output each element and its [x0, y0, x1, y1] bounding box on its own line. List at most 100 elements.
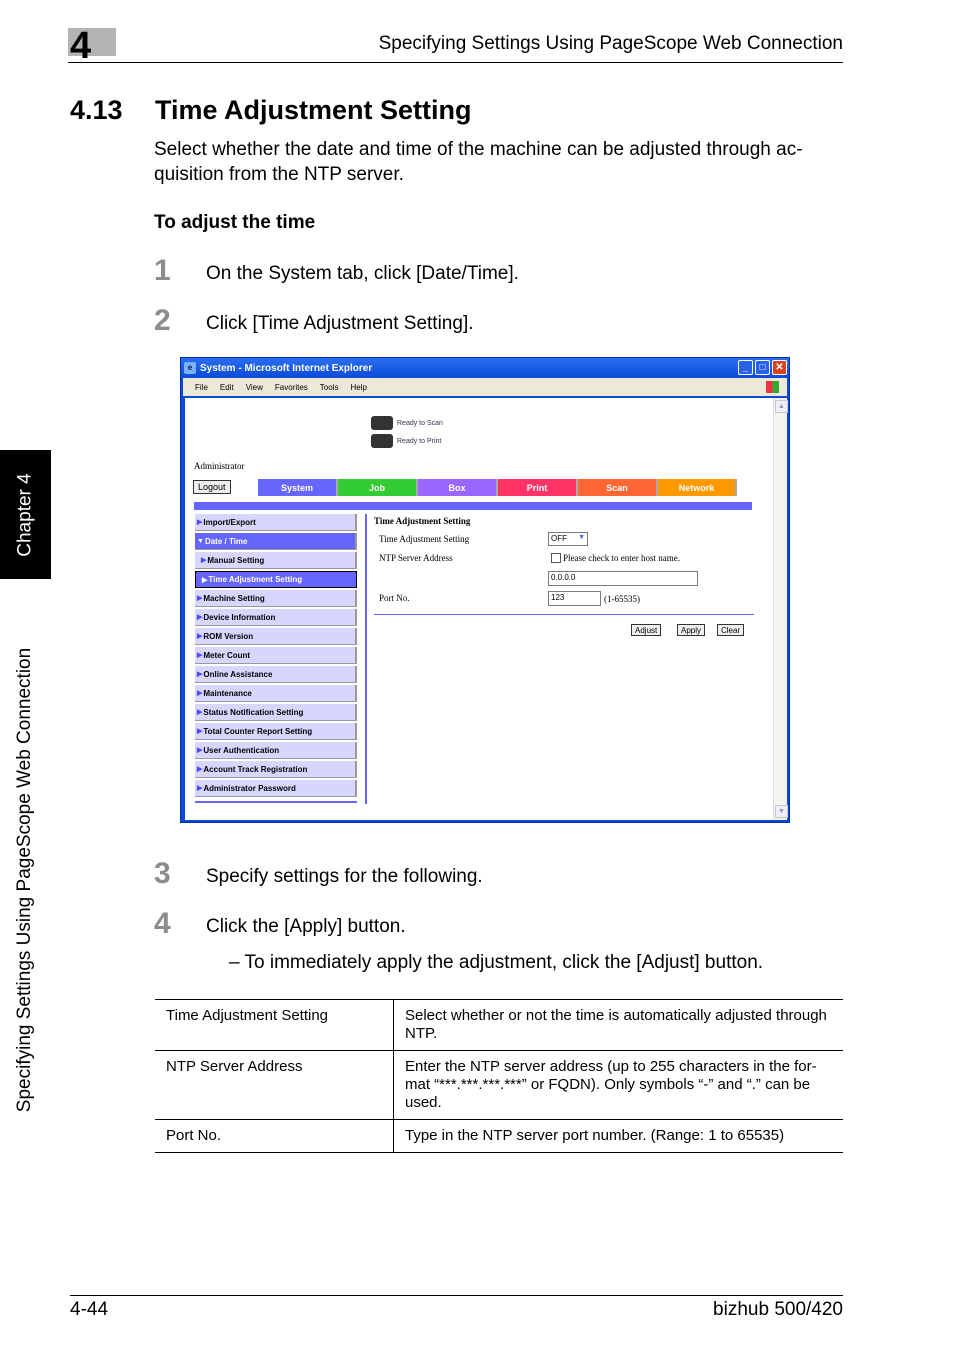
step-text: Click the [Apply] button.	[206, 916, 406, 937]
product-name: bizhub 500/420	[713, 1299, 843, 1320]
tab-scan[interactable]: Scan	[578, 479, 658, 496]
section-title-text: Time Adjustment Setting	[155, 95, 472, 125]
adjust-button[interactable]: Adjust	[631, 624, 662, 636]
step-text: Specify settings for the following.	[206, 866, 483, 887]
ntp-server-label: NTP Server Address	[379, 553, 453, 563]
clear-button[interactable]: Clear	[717, 624, 745, 636]
arrow-right-icon: ▶	[201, 557, 207, 564]
windows-logo-icon	[766, 381, 779, 393]
close-button[interactable]: ✕	[772, 360, 787, 375]
side-title-text: Specifying Settings Using PageScope Web …	[14, 647, 36, 1113]
table-desc: Select whether or not the time is automa…	[393, 999, 843, 1051]
chapter-number: 4	[70, 25, 92, 67]
sidebar-item-label: Account Track Registration	[203, 764, 308, 774]
sidebar-item-online-assistance[interactable]: ▶ Online Assistance	[195, 666, 357, 683]
sidebar-item-user-authentication[interactable]: ▶ User Authentication	[195, 742, 357, 759]
ntp-server-input[interactable]: 0.0.0.0	[548, 571, 698, 586]
menu-tools[interactable]: Tools	[320, 383, 339, 392]
port-input[interactable]: 123	[548, 591, 601, 606]
time-adjustment-label: Time Adjustment Setting	[379, 534, 470, 544]
host-name-checkbox[interactable]	[551, 553, 561, 563]
sidebar-item-machine-setting[interactable]: ▶ Machine Setting	[195, 590, 357, 607]
arrow-right-icon: ▶	[197, 519, 203, 526]
page-number: 4-44	[70, 1299, 109, 1320]
sidebar-item-date-time[interactable]: ▼ Date / Time	[195, 533, 357, 550]
side-chapter-text: Chapter 4	[14, 472, 36, 557]
menu-view[interactable]: View	[246, 383, 263, 392]
tab-system[interactable]: System	[258, 479, 338, 496]
host-name-checkbox-label: Please check to enter host name.	[563, 553, 680, 563]
menu-edit[interactable]: Edit	[220, 383, 234, 392]
step-note: – To immediately apply the adjustment, c…	[229, 952, 764, 973]
sidebar-item-label: Manual Setting	[207, 555, 265, 565]
sidebar-item-admin-password[interactable]: ▶ Administrator Password	[195, 780, 357, 797]
menu-file[interactable]: File	[195, 383, 208, 392]
scroll-down-icon[interactable]: ▼	[775, 805, 788, 818]
procedure-heading: To adjust the time	[154, 212, 316, 233]
scanner-icon	[371, 416, 393, 430]
time-adjustment-select[interactable]: OFF ▼	[548, 532, 588, 546]
sidebar-item-label: Time Adjustment Setting	[208, 575, 303, 584]
table-item: NTP Server Address	[155, 1050, 394, 1120]
arrow-right-icon: ▶	[197, 747, 203, 754]
settings-table: Time Adjustment Setting Select whether or…	[155, 999, 843, 1153]
host-name-option: Please check to enter host name.	[551, 553, 680, 563]
sidebar-item-meter-count[interactable]: ▶ Meter Count	[195, 647, 357, 664]
print-status: Ready to Print	[371, 434, 441, 448]
logout-button[interactable]: Logout	[193, 480, 231, 494]
sidebar-bottom-rule	[195, 801, 357, 803]
sidebar-item-status-notification[interactable]: ▶ Status Notification Setting	[195, 704, 357, 721]
tab-job[interactable]: Job	[338, 479, 418, 496]
arrow-right-icon: ▶	[197, 728, 203, 735]
vertical-scrollbar[interactable]: ▲ ▼	[773, 398, 788, 820]
apply-button[interactable]: Apply	[677, 624, 706, 636]
page-content: Ready to Scan Ready to Print Administrat…	[185, 398, 773, 820]
step-number: 3	[154, 857, 171, 890]
scan-status: Ready to Scan	[371, 416, 443, 430]
arrow-right-icon: ▶	[202, 576, 208, 584]
sidebar-item-label: Device Information	[203, 612, 276, 622]
arrow-right-icon: ▶	[197, 671, 203, 678]
table-row: NTP Server Address Enter the NTP server a…	[155, 1050, 843, 1120]
maximize-button[interactable]: □	[755, 360, 770, 375]
sidebar-item-maintenance[interactable]: ▶ Maintenance	[195, 685, 357, 702]
settings-form: Time Adjustment Setting Time Adjustment …	[374, 514, 754, 644]
sidebar-item-rom-version[interactable]: ▶ ROM Version	[195, 628, 357, 645]
browser-window: e System - Microsoft Internet Explorer _…	[180, 357, 790, 823]
sidebar-item-label: Maintenance	[203, 688, 252, 698]
table-desc: Type in the NTP server port number. (Ran…	[393, 1119, 843, 1153]
sidebar-item-total-counter-report[interactable]: ▶ Total Counter Report Setting	[195, 723, 357, 740]
tab-network[interactable]: Network	[658, 479, 737, 496]
user-label: Administrator	[194, 461, 245, 471]
port-label: Port No.	[379, 593, 410, 603]
form-heading: Time Adjustment Setting	[374, 516, 471, 526]
minimize-button[interactable]: _	[738, 360, 753, 375]
running-title: Specifying Settings Using PageScope Web …	[378, 33, 843, 54]
menu-favorites[interactable]: Favorites	[275, 383, 308, 392]
arrow-right-icon: ▶	[197, 766, 203, 773]
sidebar-item-label: Import/Export	[203, 517, 256, 527]
tab-box[interactable]: Box	[418, 479, 498, 496]
step-text: Click [Time Adjustment Setting].	[206, 313, 474, 334]
sidebar-item-import-export[interactable]: ▶ Import/Export	[195, 514, 357, 531]
ie-icon: e	[184, 362, 196, 374]
step-text: On the System tab, click [Date/Time].	[206, 263, 519, 284]
arrow-right-icon: ▶	[197, 785, 203, 792]
sidebar-item-label: Status Notification Setting	[203, 707, 304, 717]
sidebar-item-manual-setting[interactable]: ▶ Manual Setting	[195, 552, 357, 569]
header-rule	[68, 62, 843, 63]
scroll-up-icon[interactable]: ▲	[775, 400, 788, 413]
tab-print[interactable]: Print	[498, 479, 578, 496]
scan-status-text: Ready to Scan	[397, 419, 443, 427]
arrow-right-icon: ▶	[197, 614, 203, 621]
table-desc: Enter the NTP server address (up to 255 …	[393, 1050, 843, 1120]
sidebar-item-device-information[interactable]: ▶ Device Information	[195, 609, 357, 626]
sidebar-item-label: ROM Version	[203, 631, 254, 641]
sidebar-item-time-adjustment-setting[interactable]: ▶ Time Adjustment Setting	[195, 571, 357, 588]
form-divider	[374, 614, 754, 615]
arrow-right-icon: ▶	[197, 709, 203, 716]
window-title: System - Microsoft Internet Explorer	[200, 362, 373, 374]
menu-help[interactable]: Help	[350, 383, 366, 392]
side-chapter-label: Chapter 4	[0, 450, 51, 579]
sidebar-item-account-track[interactable]: ▶ Account Track Registration	[195, 761, 357, 778]
